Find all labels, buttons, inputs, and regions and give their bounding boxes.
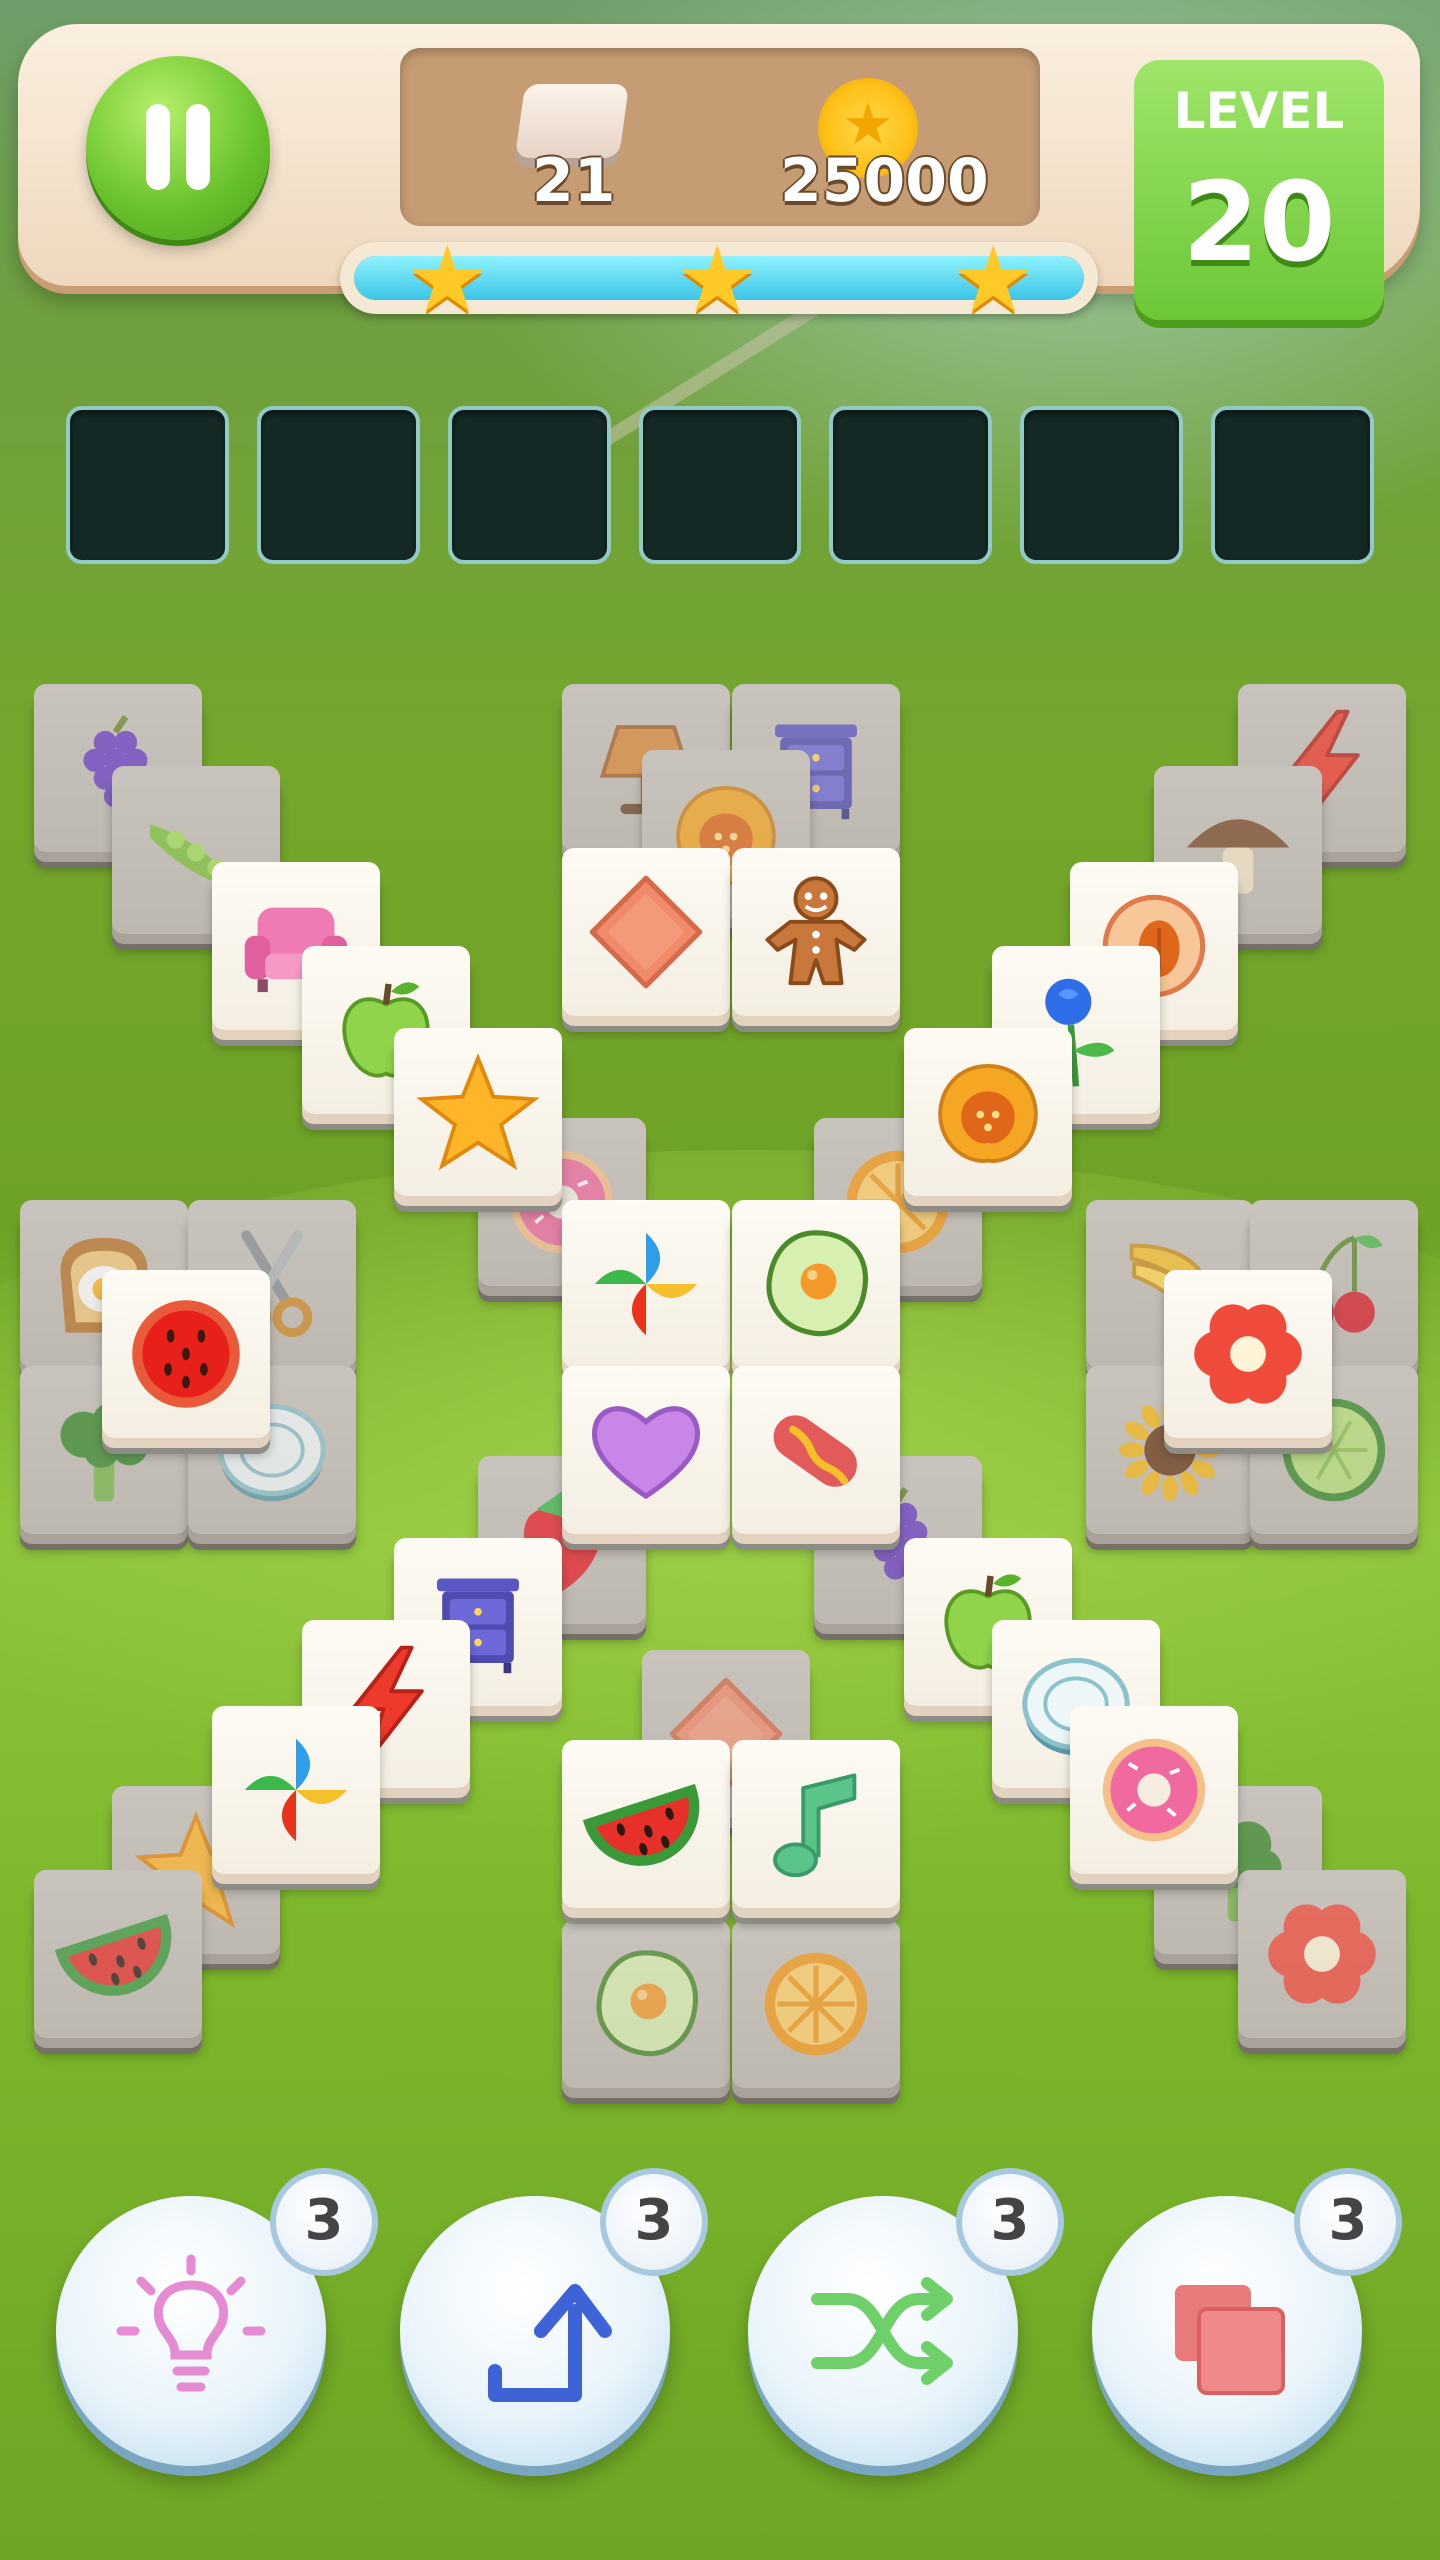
level-number: 20 <box>1182 158 1336 286</box>
pinwheel-tile[interactable] <box>212 1706 380 1874</box>
fried-egg-tile <box>562 1920 730 2088</box>
fried-egg-tile[interactable] <box>732 1200 900 1368</box>
music-note-tile[interactable] <box>732 1740 900 1908</box>
watermelon-round-icon <box>132 1300 240 1408</box>
watermelon-icon <box>582 1783 700 1866</box>
orange-slice-tile <box>732 1920 900 2088</box>
star-tile[interactable] <box>394 1028 562 1196</box>
donut-icon <box>1102 1738 1206 1842</box>
hint-count-badge: 3 <box>270 2168 378 2276</box>
pinwheel-icon <box>594 1232 698 1336</box>
pinwheel-tile[interactable] <box>562 1200 730 1368</box>
gingerbread-man-icon <box>765 876 867 986</box>
star-icon <box>416 1053 540 1171</box>
layers-count-badge: 3 <box>1294 2168 1402 2276</box>
watermelon-tile <box>34 1870 202 2038</box>
shuffle-icon <box>811 2277 953 2385</box>
orange-diamond-tile[interactable] <box>562 848 730 1016</box>
fried-egg-icon <box>766 1230 869 1337</box>
coin-count: 25000 <box>780 146 989 216</box>
tile-slot <box>1020 406 1184 564</box>
tile-slot-tray <box>66 406 1375 564</box>
level-badge: LEVEL 20 <box>1134 60 1384 320</box>
orange-slice-icon <box>764 1952 868 2056</box>
watermelon-tile[interactable] <box>562 1740 730 1908</box>
progress-star-icon: ★ <box>406 226 489 333</box>
shuffle-count-badge: 3 <box>956 2168 1064 2276</box>
red-flower-icon <box>1194 1304 1302 1404</box>
donut-tile[interactable] <box>1070 1706 1238 1874</box>
purple-heart-tile[interactable] <box>562 1366 730 1534</box>
undo-count-badge: 3 <box>600 2168 708 2276</box>
stats-panel: 21 25000 <box>400 48 1040 226</box>
tile-slot <box>829 406 993 564</box>
progress-star-icon: ★ <box>952 226 1035 333</box>
progress-star-icon: ★ <box>676 226 759 333</box>
tile-slot <box>66 406 229 564</box>
purple-heart-icon <box>592 1406 700 1500</box>
music-note-icon <box>773 1773 857 1878</box>
hot-dog-icon <box>773 1415 857 1487</box>
watermelon-round-tile[interactable] <box>102 1270 270 1438</box>
star-progress-bar: ★ ★ ★ <box>340 234 1098 326</box>
pumpkin-tile[interactable] <box>904 1028 1072 1196</box>
hot-dog-tile[interactable] <box>732 1366 900 1534</box>
tile-slot <box>638 406 802 564</box>
tiles-icon <box>1175 2285 1285 2395</box>
gingerbread-man-tile[interactable] <box>732 848 900 1016</box>
red-flower-tile[interactable] <box>1164 1270 1332 1438</box>
watermelon-icon <box>54 1913 172 1996</box>
fried-egg-icon <box>596 1950 699 2057</box>
pause-button[interactable] <box>86 56 270 240</box>
tile-slot <box>256 406 420 564</box>
red-flower-icon <box>1268 1904 1376 2004</box>
tiles-left-count: 21 <box>532 146 616 216</box>
undo-arrow-icon <box>488 2284 612 2402</box>
tile-slot <box>1211 406 1375 564</box>
pinwheel-icon <box>244 1738 348 1842</box>
pumpkin-icon <box>938 1063 1038 1163</box>
level-label: LEVEL <box>1173 82 1345 140</box>
orange-diamond-icon <box>589 875 703 989</box>
lightbulb-icon <box>116 2254 266 2392</box>
tile-slot <box>447 406 611 564</box>
red-flower-tile <box>1238 1870 1406 2038</box>
